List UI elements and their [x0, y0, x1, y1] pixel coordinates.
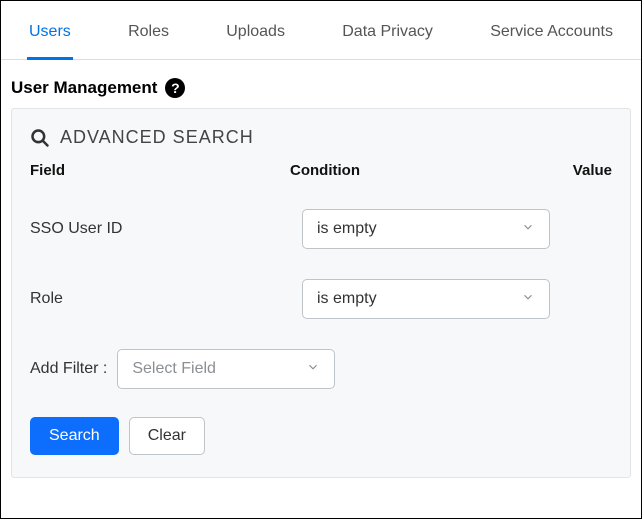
search-button[interactable]: Search: [30, 417, 119, 455]
tab-data-privacy[interactable]: Data Privacy: [342, 1, 433, 59]
condition-select-sso[interactable]: is empty: [302, 209, 550, 249]
tab-roles[interactable]: Roles: [128, 1, 169, 59]
app-window: Users Roles Uploads Data Privacy Service…: [0, 0, 642, 519]
header-value: Value: [552, 162, 612, 179]
add-filter-row: Add Filter : Select Field: [30, 349, 612, 389]
chevron-down-icon: [521, 290, 535, 309]
filter-label-role: Role: [30, 290, 302, 308]
add-filter-select[interactable]: Select Field: [117, 349, 335, 389]
condition-value-role: is empty: [317, 290, 377, 308]
add-filter-label: Add Filter :: [30, 360, 107, 378]
chevron-down-icon: [521, 220, 535, 239]
tab-users[interactable]: Users: [29, 1, 71, 59]
filter-row-sso: SSO User ID is empty: [30, 209, 612, 249]
button-row: Search Clear: [30, 417, 612, 455]
add-filter-placeholder: Select Field: [132, 360, 216, 378]
search-icon: [30, 128, 50, 148]
panel-title: ADVANCED SEARCH: [60, 127, 254, 148]
page-title: User Management: [11, 78, 157, 98]
condition-select-role[interactable]: is empty: [302, 279, 550, 319]
advanced-search-panel: ADVANCED SEARCH Field Condition Value SS…: [11, 108, 631, 478]
column-headers: Field Condition Value: [30, 162, 612, 179]
tab-service-accounts[interactable]: Service Accounts: [490, 1, 613, 59]
filter-label-sso: SSO User ID: [30, 220, 302, 238]
help-icon[interactable]: ?: [165, 78, 185, 98]
page-header: User Management ?: [1, 60, 641, 108]
condition-value-sso: is empty: [317, 220, 377, 238]
chevron-down-icon: [306, 360, 320, 379]
clear-button[interactable]: Clear: [129, 417, 205, 455]
tab-uploads[interactable]: Uploads: [226, 1, 285, 59]
header-condition: Condition: [290, 162, 552, 179]
panel-header: ADVANCED SEARCH: [30, 127, 612, 148]
tab-bar: Users Roles Uploads Data Privacy Service…: [1, 1, 641, 60]
header-field: Field: [30, 162, 290, 179]
filter-row-role: Role is empty: [30, 279, 612, 319]
